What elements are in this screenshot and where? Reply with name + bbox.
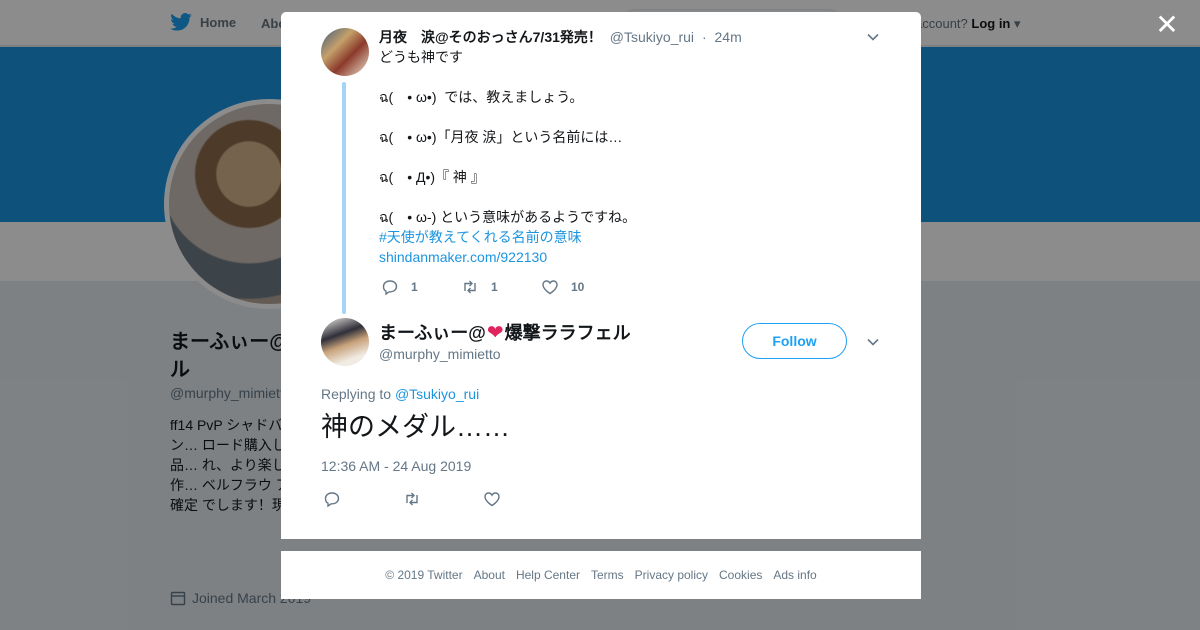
retweet-icon bbox=[464, 280, 476, 294]
replying-prefix: Replying to bbox=[321, 386, 392, 402]
parent-tweet-header: 月夜 涙@そのおっさん7/31発売！ @Tsukiyo_rui · 24m bbox=[379, 27, 742, 47]
author-handle[interactable]: @murphy_mimietto bbox=[379, 346, 501, 362]
parent-tweet-text: どうも神です ฉ( • ω•) では、教えましょう。 ฉ( • ω•)「月夜 涙… bbox=[379, 47, 879, 267]
parent-author-name[interactable]: 月夜 涙@そのおっさん7/31発売！ bbox=[379, 29, 602, 45]
chevron-down-icon[interactable] bbox=[866, 335, 880, 349]
like-button[interactable] bbox=[483, 490, 501, 508]
retweet-button[interactable]: 1 bbox=[461, 278, 541, 296]
follow-button[interactable]: Follow bbox=[742, 323, 847, 359]
tweet-modal: 月夜 涙@そのおっさん7/31発売！ @Tsukiyo_rui · 24m どう… bbox=[281, 12, 921, 539]
footer-link-terms[interactable]: Terms bbox=[591, 568, 624, 582]
retweet-count: 1 bbox=[491, 280, 498, 294]
like-button[interactable]: 10 bbox=[541, 278, 584, 296]
hashtag-link[interactable]: #天使が教えてくれる名前の意味 bbox=[379, 227, 879, 247]
parent-author-avatar[interactable] bbox=[321, 28, 369, 76]
parent-tweet-actions: 1 1 10 bbox=[381, 278, 584, 296]
parent-tweet-time[interactable]: 24m bbox=[715, 29, 742, 45]
tweet-text: 神のメダル…… bbox=[321, 412, 510, 442]
footer-link-help-center[interactable]: Help Center bbox=[516, 568, 580, 582]
parent-tweet-body: どうも神です ฉ( • ω•) では、教えましょう。 ฉ( • ω•)「月夜 涙… bbox=[379, 49, 637, 225]
heart-icon bbox=[484, 492, 500, 507]
footer-link-ads-info[interactable]: Ads info bbox=[773, 568, 816, 582]
thread-connector-line bbox=[342, 82, 346, 314]
tweet-actions bbox=[323, 490, 501, 508]
reply-icon bbox=[382, 280, 398, 296]
copyright: © 2019 Twitter bbox=[385, 568, 463, 582]
footer-link-privacy[interactable]: Privacy policy bbox=[635, 568, 708, 582]
tweet-timestamp[interactable]: 12:36 AM - 24 Aug 2019 bbox=[321, 458, 471, 474]
retweet-button[interactable] bbox=[403, 490, 483, 508]
chevron-down-icon[interactable] bbox=[866, 30, 880, 44]
parent-time-separator: · bbox=[701, 29, 707, 45]
heart-emoji-icon: ❤ bbox=[486, 321, 504, 344]
author-avatar[interactable] bbox=[321, 318, 369, 366]
author-name[interactable]: まーふぃー@ ❤ 爆撃ララフェル bbox=[379, 319, 631, 345]
author-name-part1: まーふぃー@ bbox=[379, 323, 486, 343]
retweet-icon bbox=[406, 492, 418, 506]
footer-link-cookies[interactable]: Cookies bbox=[719, 568, 762, 582]
reply-count: 1 bbox=[411, 280, 418, 294]
reply-icon bbox=[324, 492, 340, 508]
replying-to-line: Replying to @Tsukiyo_rui bbox=[321, 386, 479, 402]
replying-to-link[interactable]: @Tsukiyo_rui bbox=[395, 386, 479, 402]
like-count: 10 bbox=[571, 280, 585, 294]
modal-footer: © 2019 Twitter About Help Center Terms P… bbox=[281, 551, 921, 599]
close-icon[interactable]: ✕ bbox=[1154, 11, 1180, 39]
heart-icon bbox=[542, 280, 558, 295]
parent-author-handle[interactable]: @Tsukiyo_rui bbox=[610, 29, 694, 45]
reply-button[interactable]: 1 bbox=[381, 278, 461, 296]
author-name-part2: 爆撃ララフェル bbox=[504, 323, 631, 343]
reply-button[interactable] bbox=[323, 490, 403, 508]
external-link[interactable]: shindanmaker.com/922130 bbox=[379, 247, 879, 267]
footer-link-about[interactable]: About bbox=[474, 568, 505, 582]
